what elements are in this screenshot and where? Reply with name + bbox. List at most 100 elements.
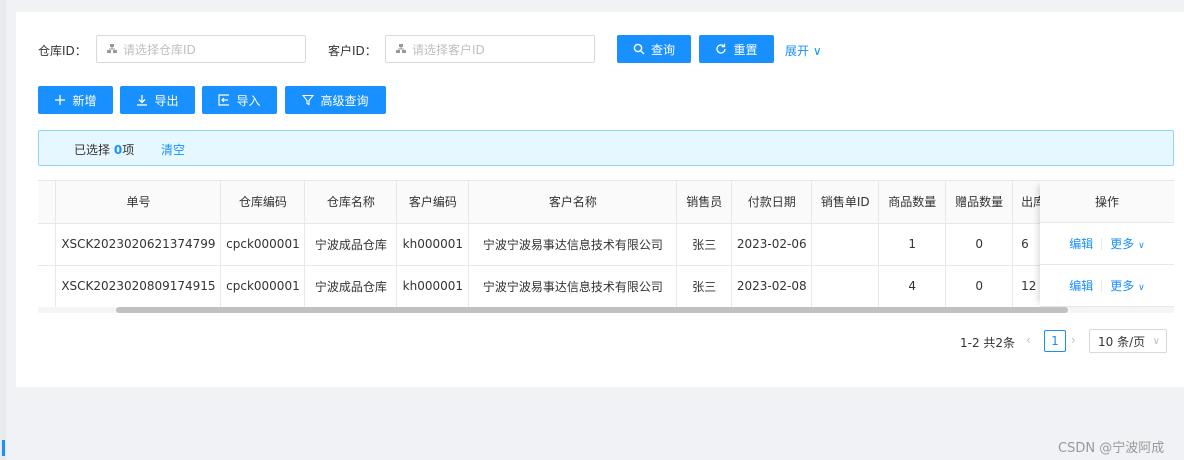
col-header-warehouse-code[interactable]: 仓库编码	[220, 181, 306, 224]
col-header-order-no[interactable]: 单号	[55, 181, 222, 224]
cell-sales-order-id	[811, 223, 880, 266]
edit-link[interactable]: 编辑	[1069, 235, 1093, 252]
query-button-label: 查询	[650, 42, 675, 57]
col-header-customer-name[interactable]: 客户名称	[468, 181, 678, 224]
chevron-down-icon: ∨	[812, 44, 822, 58]
horizontal-scrollbar[interactable]	[38, 307, 1174, 313]
page-1-button[interactable]: 1	[1044, 330, 1066, 352]
cell-warehouse-name: 宁波成品仓库	[304, 223, 398, 266]
import-icon	[218, 94, 230, 106]
scrollbar-thumb[interactable]	[116, 307, 1068, 313]
cell-customer-code: kh000001	[396, 223, 470, 266]
cluster-icon	[396, 44, 406, 53]
main-card: 仓库ID： 请选择仓库ID 客户ID： 请选择客户ID 查询 重置 展开 ∨ 新…	[16, 12, 1184, 387]
expand-label: 展开	[785, 44, 810, 58]
action-divider	[1101, 279, 1103, 292]
expand-link[interactable]: 展开 ∨	[785, 42, 822, 59]
selection-alert: 已选择 0项 清空	[38, 130, 1174, 166]
more-link[interactable]: 更多 ∨	[1110, 235, 1144, 252]
actions-column: 操作 编辑 更多 ∨ 编辑 更多 ∨	[1040, 181, 1174, 307]
col-header-payment-date[interactable]: 付款日期	[731, 181, 813, 224]
filter-icon	[302, 94, 315, 106]
add-button-label: 新增	[72, 93, 97, 108]
plus-icon	[55, 95, 66, 105]
export-button-label: 导出	[154, 93, 179, 108]
warehouse-label: 仓库ID：	[38, 44, 87, 58]
watermark-text: CSDN @宁波阿成	[1058, 441, 1165, 456]
import-button[interactable]: 导入	[202, 86, 277, 114]
cell-warehouse-name: 宁波成品仓库	[304, 265, 398, 308]
cell-customer-code: kh000001	[396, 265, 470, 308]
reset-button[interactable]: 重置	[699, 35, 774, 63]
advanced-query-button[interactable]: 高级查询	[285, 86, 386, 114]
cell-order-no: XSCK2023020621374799	[55, 223, 222, 266]
action-divider	[1101, 237, 1103, 250]
col-header-sales-order-id[interactable]: 销售单ID	[811, 181, 880, 224]
cluster-icon	[107, 44, 117, 53]
query-button[interactable]: 查询	[617, 35, 691, 63]
cell-sales-order-id	[811, 265, 880, 308]
selection-count: 0	[113, 143, 123, 157]
reset-button-label: 重置	[733, 42, 758, 57]
cell-product-qty: 4	[878, 265, 947, 308]
top-strip	[0, 0, 1184, 12]
cell-salesperson: 张三	[676, 265, 733, 308]
export-button[interactable]: 导出	[120, 86, 195, 114]
add-button[interactable]: 新增	[38, 86, 113, 114]
cell-warehouse-code: cpck000001	[220, 223, 306, 266]
col-header-warehouse-name[interactable]: 仓库名称	[304, 181, 398, 224]
cell-salesperson: 张三	[676, 223, 733, 266]
active-indicator	[2, 440, 5, 456]
row-actions: 编辑 更多 ∨	[1040, 223, 1174, 265]
cell-payment-date: 2023-02-08	[731, 265, 813, 308]
left-edge	[0, 0, 6, 460]
cell-order-no: XSCK2023020809174915	[55, 265, 222, 308]
reload-icon	[716, 43, 727, 54]
search-icon	[633, 43, 645, 55]
selection-text: 已选择 0项	[74, 141, 134, 158]
import-button-label: 导入	[236, 93, 261, 108]
edit-link[interactable]: 编辑	[1069, 277, 1093, 294]
col-header-product-qty[interactable]: 商品数量	[878, 181, 947, 224]
cell-customer-name: 宁波宁波易事达信息技术有限公司	[468, 223, 678, 266]
next-page-icon[interactable]: ›	[1071, 333, 1076, 347]
selection-suffix: 项	[122, 143, 135, 157]
warehouse-select[interactable]: 请选择仓库ID	[96, 35, 306, 63]
chevron-down-icon: ∨	[1138, 241, 1145, 251]
prev-page-icon[interactable]: ‹	[1026, 333, 1031, 347]
advanced-query-label: 高级查询	[320, 93, 369, 108]
cell-warehouse-code: cpck000001	[220, 265, 306, 308]
data-table: 单号 仓库编码 仓库名称 客户编码 客户名称 销售员 付款日期 销售单ID 商品…	[38, 180, 1174, 320]
customer-label: 客户ID：	[328, 44, 377, 58]
clear-selection-link[interactable]: 清空	[161, 141, 185, 158]
info-icon	[51, 142, 63, 154]
actions-header: 操作	[1040, 181, 1174, 223]
download-icon	[137, 95, 148, 106]
row-checkbox-cell[interactable]	[38, 223, 57, 266]
row-checkbox-cell[interactable]	[38, 265, 57, 308]
col-header-customer-code[interactable]: 客户编码	[396, 181, 470, 224]
chevron-down-icon: ∨	[1138, 283, 1145, 293]
table-header-row: 单号 仓库编码 仓库名称 客户编码 客户名称 销售员 付款日期 销售单ID 商品…	[38, 181, 1174, 224]
table-grid: 单号 仓库编码 仓库名称 客户编码 客户名称 销售员 付款日期 销售单ID 商品…	[38, 181, 1174, 308]
page-size-value: 10 条/页	[1098, 334, 1146, 349]
customer-select[interactable]: 请选择客户ID	[385, 35, 595, 63]
cell-payment-date: 2023-02-06	[731, 223, 813, 266]
more-label: 更多	[1110, 279, 1135, 293]
col-header-salesperson[interactable]: 销售员	[676, 181, 733, 224]
more-link[interactable]: 更多 ∨	[1110, 277, 1144, 294]
chevron-down-icon: ∨	[1152, 336, 1160, 347]
cell-gift-qty: 0	[945, 223, 1014, 266]
customer-placeholder: 请选择客户ID	[412, 42, 485, 57]
more-label: 更多	[1110, 237, 1135, 251]
col-header-gift-qty[interactable]: 赠品数量	[945, 181, 1014, 224]
table-row[interactable]: XSCK2023020809174915 cpck000001 宁波成品仓库 k…	[38, 265, 1174, 308]
table-row[interactable]: XSCK2023020621374799 cpck000001 宁波成品仓库 k…	[38, 223, 1174, 266]
warehouse-placeholder: 请选择仓库ID	[123, 42, 196, 57]
selection-prefix: 已选择	[74, 143, 111, 157]
checkbox-header-cell	[38, 181, 57, 224]
page-size-select[interactable]: 10 条/页 ∨	[1089, 329, 1167, 353]
cell-gift-qty: 0	[945, 265, 1014, 308]
row-actions: 编辑 更多 ∨	[1040, 265, 1174, 307]
cell-customer-name: 宁波宁波易事达信息技术有限公司	[468, 265, 678, 308]
